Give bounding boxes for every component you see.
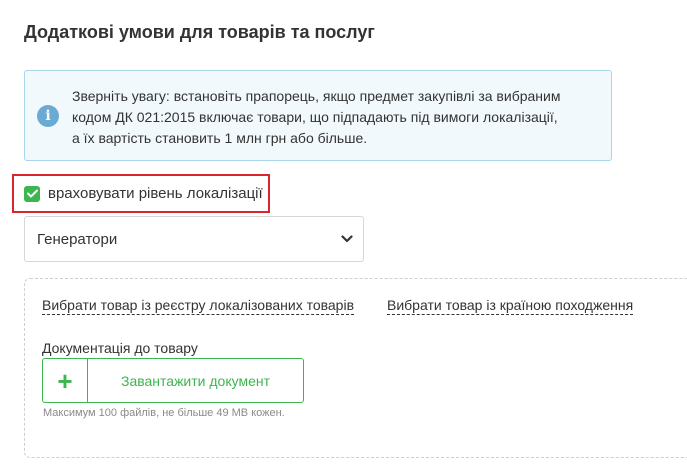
info-icon: i — [37, 105, 59, 127]
section-title: Додаткові умови для товарів та послуг — [24, 22, 375, 42]
notice-text: Зверніть увагу: встановіть прапорець, як… — [72, 86, 602, 149]
upload-document-label: Завантажити документ — [120, 372, 271, 389]
product-select-value: Генератори — [37, 230, 118, 248]
localization-checkbox-label[interactable]: враховувати рівень локалізації — [48, 185, 263, 202]
localization-notice: i Зверніть увагу: встановіть прапорець, … — [24, 70, 612, 161]
notice-line: кодом ДК 021:2015 включає товари, що під… — [72, 109, 558, 125]
chevron-down-icon — [341, 235, 353, 243]
notice-line: Зверніть увагу: встановіть прапорець, як… — [72, 88, 561, 104]
select-by-country-link[interactable]: Вибрати товар із країною походження — [387, 297, 634, 315]
plus-icon: + — [43, 359, 88, 402]
product-select[interactable]: Генератори — [24, 216, 364, 262]
localization-checkbox[interactable] — [24, 185, 40, 202]
localization-checkbox-row[interactable]: враховувати рівень локалізації — [12, 174, 270, 213]
documentation-label: Документація до товару — [42, 340, 198, 356]
select-from-registry-link[interactable]: Вибрати товар із реєстру локалізованих т… — [42, 297, 355, 315]
upload-limit-hint: Максимум 100 файлів, не більше 49 MB кож… — [43, 407, 285, 419]
upload-document-button[interactable]: + Завантажити документ — [42, 358, 304, 403]
check-icon — [26, 189, 38, 198]
notice-line: а їх вартість становить 1 млн грн або бі… — [72, 130, 368, 146]
